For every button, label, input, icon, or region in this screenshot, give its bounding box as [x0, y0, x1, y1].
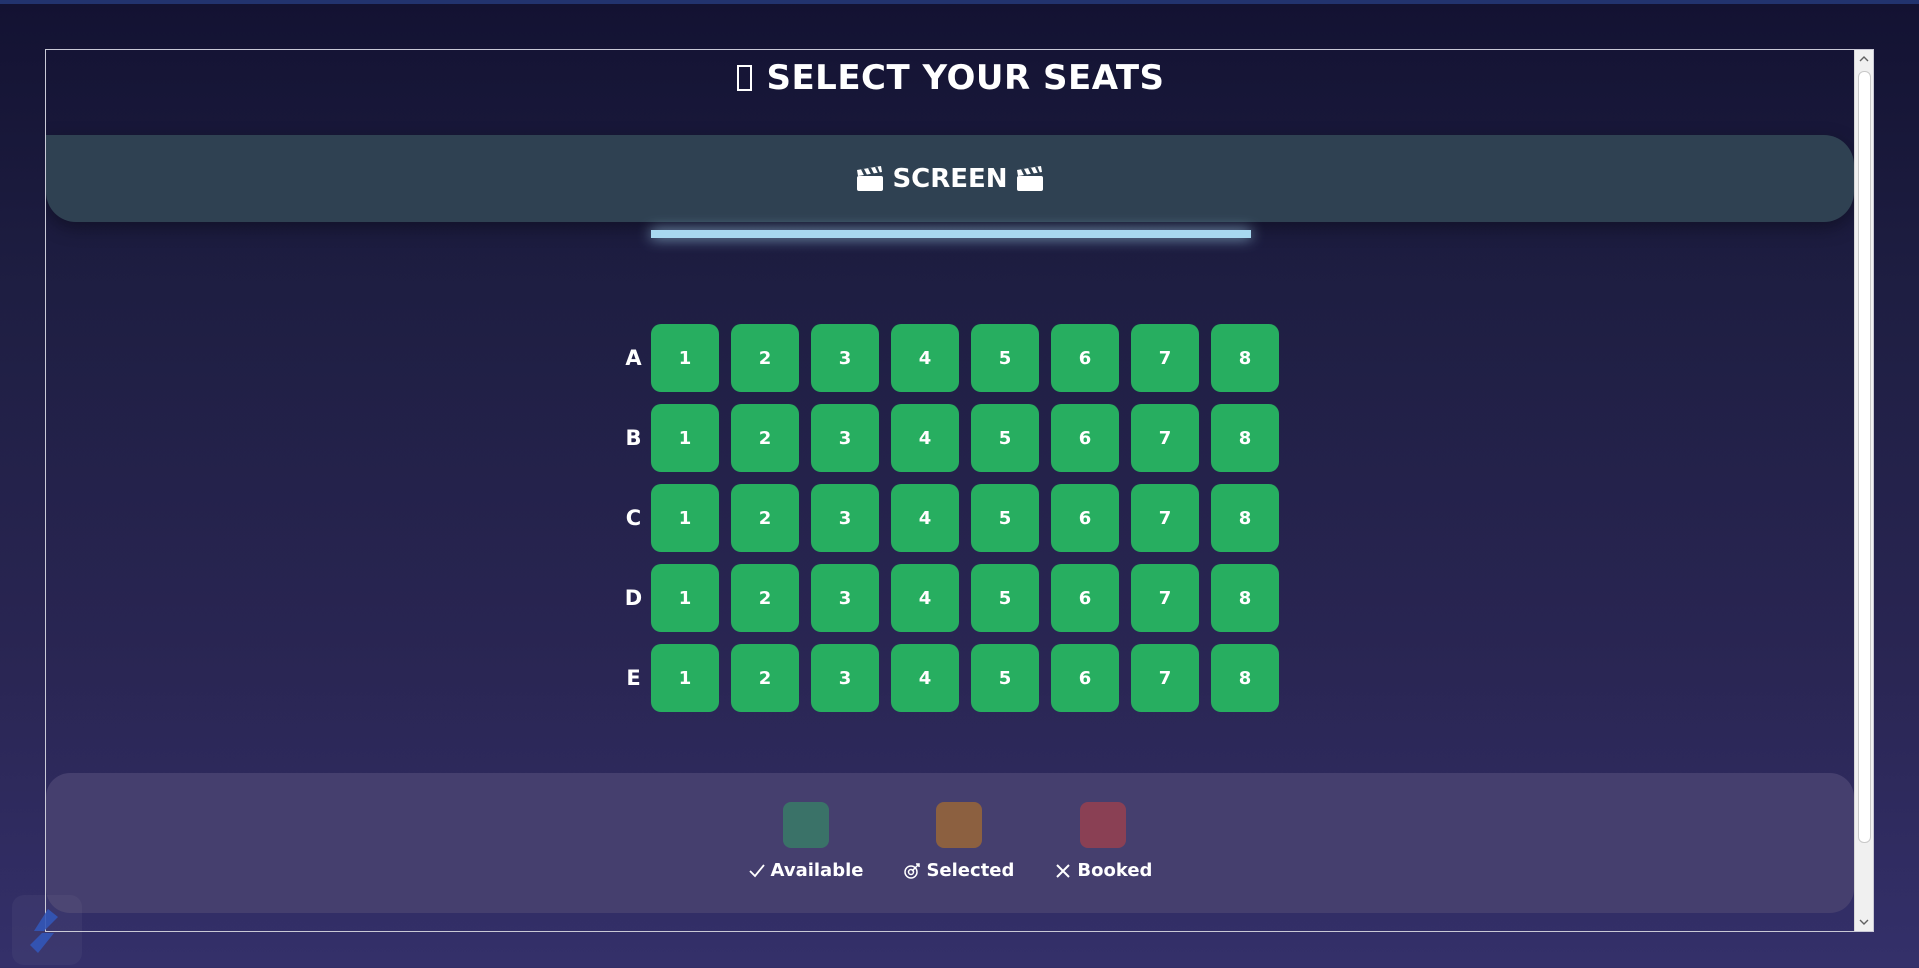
legend-swatch-available [782, 802, 829, 848]
legend-label-selected: Selected [903, 860, 1014, 881]
seat-e1[interactable]: 1 [651, 644, 719, 712]
seat-e3[interactable]: 3 [811, 644, 879, 712]
missing-glyph-icon [737, 65, 753, 91]
seat-c5[interactable]: 5 [971, 484, 1039, 552]
clapperboard-icon [857, 165, 884, 191]
seat-e8[interactable]: 8 [1211, 644, 1279, 712]
seat-e2[interactable]: 2 [731, 644, 799, 712]
seat-d7[interactable]: 7 [1131, 564, 1199, 632]
vertical-scrollbar[interactable] [1854, 50, 1873, 931]
legend-text: Selected [926, 860, 1015, 881]
seat-d5[interactable]: 5 [971, 564, 1039, 632]
seat-b6[interactable]: 6 [1051, 404, 1119, 472]
seat-c6[interactable]: 6 [1051, 484, 1119, 552]
legend-item-selected: Selected [903, 802, 1014, 881]
screen-banner: SCREEN [46, 135, 1854, 222]
seat-row-c: C 1 2 3 4 5 6 7 8 [616, 484, 1291, 552]
screen-glow-line [651, 230, 1251, 238]
scroll-down-button[interactable] [1855, 913, 1873, 931]
seat-a1[interactable]: 1 [651, 324, 719, 392]
legend-item-available: Available [748, 802, 864, 881]
seat-c2[interactable]: 2 [731, 484, 799, 552]
seat-e5[interactable]: 5 [971, 644, 1039, 712]
seat-a2[interactable]: 2 [731, 324, 799, 392]
page-title-text: SELECT YOUR SEATS [766, 58, 1165, 98]
seat-c4[interactable]: 4 [891, 484, 959, 552]
legend-text: Available [770, 860, 864, 881]
seat-c7[interactable]: 7 [1131, 484, 1199, 552]
seat-b8[interactable]: 8 [1211, 404, 1279, 472]
scroll-up-button[interactable] [1855, 50, 1873, 68]
check-icon [748, 863, 765, 877]
seat-d8[interactable]: 8 [1211, 564, 1279, 632]
row-label: C [625, 506, 642, 530]
seat-b1[interactable]: 1 [651, 404, 719, 472]
seat-a4[interactable]: 4 [891, 324, 959, 392]
row-label: E [626, 666, 641, 690]
legend-swatch-booked [1080, 802, 1127, 848]
clapperboard-icon [1016, 165, 1043, 191]
seat-e4[interactable]: 4 [891, 644, 959, 712]
app-logo-icon [30, 909, 58, 953]
chevron-down-icon [1859, 919, 1869, 925]
seat-d6[interactable]: 6 [1051, 564, 1119, 632]
screen-label: SCREEN [892, 163, 1008, 194]
seat-a6[interactable]: 6 [1051, 324, 1119, 392]
legend-text: Booked [1077, 860, 1153, 881]
seat-b4[interactable]: 4 [891, 404, 959, 472]
seat-a5[interactable]: 5 [971, 324, 1039, 392]
seat-a8[interactable]: 8 [1211, 324, 1279, 392]
row-label: B [625, 426, 642, 450]
seat-b2[interactable]: 2 [731, 404, 799, 472]
scrollbar-thumb[interactable] [1858, 71, 1871, 843]
target-icon [904, 862, 921, 879]
seat-a3[interactable]: 3 [811, 324, 879, 392]
seat-d4[interactable]: 4 [891, 564, 959, 632]
seat-row-d: D 1 2 3 4 5 6 7 8 [616, 564, 1291, 632]
row-label: A [625, 346, 642, 370]
seat-d1[interactable]: 1 [651, 564, 719, 632]
seat-row-e: E 1 2 3 4 5 6 7 8 [616, 644, 1291, 712]
seat-c3[interactable]: 3 [811, 484, 879, 552]
seat-b3[interactable]: 3 [811, 404, 879, 472]
seat-selection-frame: SELECT YOUR SEATS SCREEN A 1 2 3 4 5 6 7… [45, 49, 1874, 932]
page-title: SELECT YOUR SEATS [46, 58, 1856, 98]
close-icon [1056, 863, 1071, 878]
row-label: D [624, 586, 643, 610]
app-logo[interactable] [12, 895, 82, 965]
seat-d2[interactable]: 2 [731, 564, 799, 632]
seat-e6[interactable]: 6 [1051, 644, 1119, 712]
seat-row-a: A 1 2 3 4 5 6 7 8 [616, 324, 1291, 392]
seat-d3[interactable]: 3 [811, 564, 879, 632]
seat-legend: Available Selected Booked [46, 773, 1854, 913]
legend-swatch-selected [935, 802, 982, 848]
seat-b7[interactable]: 7 [1131, 404, 1199, 472]
chevron-up-icon [1859, 56, 1869, 62]
legend-label-booked: Booked [1054, 860, 1152, 881]
seat-b5[interactable]: 5 [971, 404, 1039, 472]
seat-c1[interactable]: 1 [651, 484, 719, 552]
legend-item-booked: Booked [1054, 802, 1152, 881]
seat-e7[interactable]: 7 [1131, 644, 1199, 712]
seat-a7[interactable]: 7 [1131, 324, 1199, 392]
seat-grid: A 1 2 3 4 5 6 7 8 B 1 2 3 4 5 6 7 8 C 1 … [616, 324, 1291, 724]
seat-row-b: B 1 2 3 4 5 6 7 8 [616, 404, 1291, 472]
seat-c8[interactable]: 8 [1211, 484, 1279, 552]
legend-label-available: Available [748, 860, 864, 881]
top-accent-line [0, 0, 1919, 4]
